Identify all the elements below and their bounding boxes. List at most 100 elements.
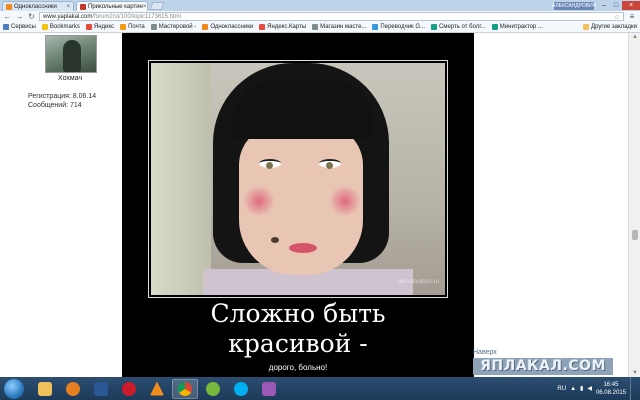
bookmark-label: Переводчик G... — [380, 24, 426, 30]
close-tab-icon[interactable]: × — [143, 4, 147, 10]
show-desktop-button[interactable] — [630, 377, 636, 400]
photo-frame: demotivators.ru — [148, 60, 448, 298]
browser-menu-button[interactable]: ≡ — [627, 12, 637, 21]
taskbar-app-explorer[interactable] — [32, 379, 58, 399]
other-bookmarks[interactable]: Другие закладки — [583, 24, 637, 30]
yaplakal-icon — [80, 3, 86, 10]
minimize-button[interactable]: – — [598, 1, 610, 10]
scroll-thumb[interactable] — [632, 230, 638, 240]
bookmark-item[interactable]: Смерть от болг... — [431, 24, 486, 30]
bookmark-item[interactable]: Переводчик G... — [372, 24, 425, 30]
window-controls: АЛЕКСАНДРОВИЧ – □ × — [552, 0, 640, 11]
skype-icon — [234, 381, 248, 396]
bookmark-item[interactable]: Сервисы — [3, 24, 36, 30]
tab-odnoklassniki[interactable]: Одноклассники × — [2, 1, 74, 11]
system-tray: RU ▲ ▮ ◀ 16:45 06.08.2015 — [557, 377, 640, 400]
bookmark-item[interactable]: Мастеровой - — [150, 24, 196, 30]
clock-date: 06.08.2015 — [595, 389, 626, 396]
paint-icon — [262, 381, 276, 396]
volume-icon[interactable]: ◀ — [587, 385, 592, 392]
back-button[interactable]: ← — [3, 12, 12, 21]
bookmark-label: Яндекс — [93, 24, 115, 30]
demotivator-poster: demotivators.ru Сложно быть красивой - д… — [122, 33, 474, 377]
bookmark-item[interactable]: Магазин масте... — [312, 24, 366, 30]
forward-button[interactable]: → — [15, 12, 24, 21]
bookmark-star-icon[interactable]: ☆ — [614, 13, 620, 21]
taskbar-app-word[interactable] — [88, 379, 114, 399]
site-logo[interactable]: ЯПЛАКАЛ.COM — [473, 358, 613, 375]
bookmark-item[interactable]: Минитрактор ... — [491, 24, 543, 30]
taskbar-app-chrome[interactable] — [172, 378, 198, 399]
clock[interactable]: 16:45 06.08.2015 — [596, 381, 626, 397]
language-indicator[interactable]: RU — [557, 386, 566, 392]
taskbar-app-paint[interactable] — [256, 379, 282, 399]
browser-tab-strip: Одноклассники × Прикольные картин × АЛЕК… — [0, 0, 640, 11]
network-icon[interactable]: ▮ — [580, 385, 583, 392]
close-window-button[interactable]: × — [622, 1, 640, 10]
utorrent-icon — [206, 381, 220, 396]
bookmark-label: Минитрактор ... — [499, 24, 543, 30]
address-bar[interactable]: www.yaplakal.com /forum2/st/100/topic117… — [39, 12, 624, 21]
post-count: Сообщений: 714 — [28, 102, 82, 109]
close-tab-icon[interactable]: × — [66, 4, 70, 10]
mail-icon — [120, 24, 127, 30]
bookmark-item[interactable]: Яндекс.Карты — [259, 24, 306, 30]
taskbar-app-vlc[interactable] — [144, 379, 170, 399]
scroll-to-top-link[interactable]: Наверх — [473, 349, 497, 356]
navigation-bar: ← → ↻ www.yaplakal.com /forum2/st/100/to… — [0, 11, 640, 22]
apps-icon — [3, 24, 9, 30]
bookmark-item[interactable]: Bookmarks — [41, 24, 80, 30]
url-host: www.yaplakal.com — [43, 13, 93, 20]
caption-line-2: красивой - — [228, 329, 368, 358]
clock-time: 16:45 — [603, 381, 619, 388]
reload-button[interactable]: ↻ — [27, 12, 36, 21]
translate-icon — [372, 24, 379, 30]
url-path: /forum2/st/100/topic1173615.html — [92, 13, 181, 20]
page-icon — [312, 24, 319, 30]
taskbar-app-utorrent[interactable] — [200, 379, 226, 399]
taskbar-app-opera[interactable] — [116, 379, 142, 399]
word-icon — [94, 381, 108, 396]
taskbar-app-media-player[interactable] — [60, 379, 86, 399]
maps-icon — [259, 24, 266, 30]
play-icon — [66, 381, 80, 396]
vertical-scrollbar[interactable]: ▲ ▼ — [628, 33, 640, 377]
portrait-photo: demotivators.ru — [151, 63, 445, 295]
folder-icon — [583, 24, 590, 30]
odnoklassniki-icon — [6, 3, 12, 10]
profile-badge[interactable]: АЛЕКСАНДРОВИЧ — [552, 1, 596, 10]
chrome-icon — [178, 381, 192, 396]
start-button[interactable] — [4, 378, 24, 399]
avatar[interactable] — [45, 35, 97, 73]
page-icon — [431, 24, 438, 30]
maximize-button[interactable]: □ — [610, 1, 622, 10]
tab-title: Одноклассники — [14, 3, 57, 10]
username[interactable]: Хохмач — [58, 75, 82, 82]
tab-yaplakal[interactable]: Прикольные картин × — [76, 1, 148, 11]
bookmark-item[interactable]: Почта — [120, 24, 145, 30]
page-content: Хохмач Регистрация: 8.06.14 Сообщений: 7… — [0, 33, 628, 377]
bookmark-item[interactable]: Яндекс — [85, 24, 115, 30]
bookmark-item[interactable]: Одноклассники — [202, 24, 253, 30]
taskbar-app-skype[interactable] — [228, 379, 254, 399]
windows-taskbar: RU ▲ ▮ ◀ 16:45 06.08.2015 — [0, 377, 640, 400]
other-bookmarks-label: Другие закладки — [591, 24, 637, 30]
bookmark-label: Смерть от болг... — [439, 24, 486, 30]
tab-title: Прикольные картин — [88, 3, 143, 10]
bookmark-label: Почта — [128, 24, 145, 30]
odnoklassniki-icon — [202, 24, 209, 30]
new-tab-button[interactable] — [149, 2, 165, 10]
folder-icon — [38, 381, 52, 396]
photo-watermark: demotivators.ru — [397, 279, 439, 285]
page-icon — [491, 24, 498, 30]
page-icon — [150, 24, 157, 30]
poster-subcaption: дорого, больно! — [268, 363, 328, 372]
scroll-down-icon[interactable]: ▼ — [629, 369, 640, 377]
star-icon — [41, 24, 48, 30]
scroll-up-icon[interactable]: ▲ — [629, 33, 640, 41]
tray-arrow-icon[interactable]: ▲ — [570, 386, 576, 392]
bookmark-label: Магазин масте... — [320, 24, 367, 30]
vlc-icon — [150, 381, 164, 396]
bookmark-label: Одноклассники — [210, 24, 254, 30]
registration-date: Регистрация: 8.06.14 — [28, 93, 97, 100]
